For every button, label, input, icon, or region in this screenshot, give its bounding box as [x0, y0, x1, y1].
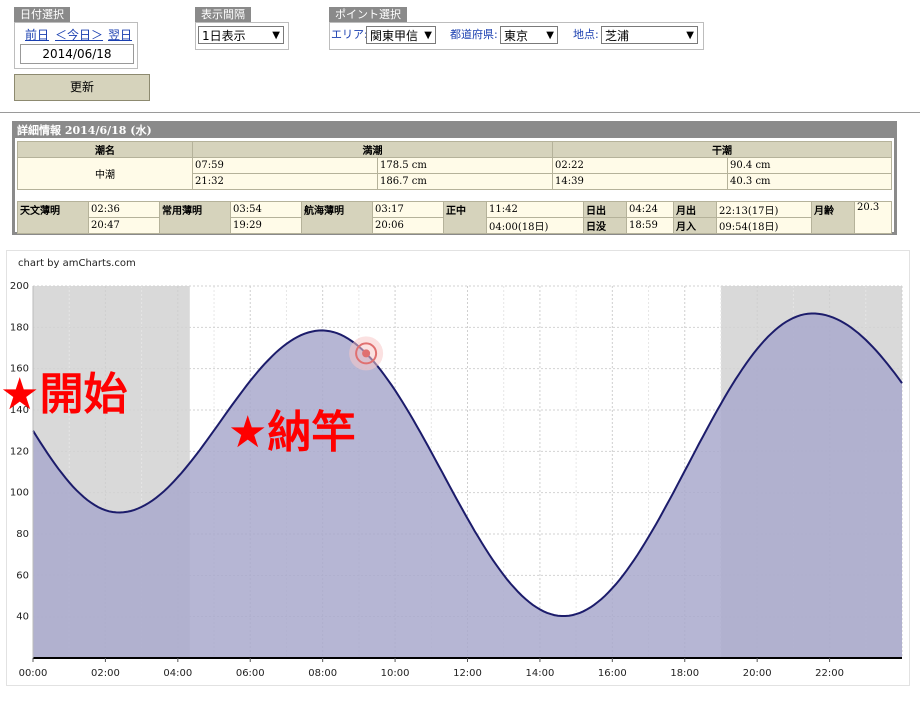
high-tide-header: 満潮: [192, 141, 553, 158]
tide-name: 中潮: [17, 157, 193, 190]
start-annotation: ★開始: [0, 369, 128, 420]
update-button[interactable]: 更新: [14, 74, 150, 101]
noon-label: 正中: [443, 201, 487, 234]
low-time: 14:39: [552, 173, 728, 190]
chart-container: [6, 250, 910, 686]
chart-credit[interactable]: chart by amCharts.com: [18, 258, 136, 269]
civil-twilight-start: 03:54: [230, 201, 302, 218]
divider: [0, 112, 920, 113]
point-select-label: ポイント選択: [329, 7, 407, 23]
moonrise-label: 月出: [673, 201, 717, 218]
nautical-twilight-end: 20:06: [372, 217, 444, 234]
sunset-label: 日没: [583, 217, 627, 234]
detail-panel: 詳細情報 2014/6/18 (水) 潮名 満潮 干潮 中潮 07:59 178…: [12, 121, 897, 235]
chevron-down-icon: ▼: [272, 30, 280, 41]
astro-table: 天文薄明 02:36 常用薄明 03:54 航海薄明 03:17 正中 11:4…: [17, 201, 892, 234]
area-label: エリア:: [331, 28, 368, 41]
moonset-label: 月入: [673, 217, 717, 234]
chevron-down-icon: ▼: [686, 30, 694, 41]
interval-select-value: 1日表示: [202, 29, 246, 43]
today-link[interactable]: ＜今日＞: [55, 26, 103, 43]
interval-select-label: 表示間隔: [195, 7, 251, 23]
rod-annotation: ★納竿: [228, 407, 356, 458]
low-tide-header: 干潮: [552, 141, 892, 158]
astro-twilight-label: 天文薄明: [17, 201, 89, 234]
high-time: 21:32: [192, 173, 378, 190]
nautical-twilight-label: 航海薄明: [301, 201, 373, 234]
detail-title: 詳細情報 2014/6/18 (水): [15, 124, 896, 138]
tide-name-header: 潮名: [17, 141, 193, 158]
next-day-link[interactable]: 翌日: [108, 26, 132, 43]
site-select[interactable]: 芝浦 ▼: [601, 26, 698, 44]
noon-time: 11:42: [486, 201, 584, 218]
moon-age: 20.3: [854, 201, 892, 234]
pref-select[interactable]: 東京 ▼: [500, 26, 558, 44]
site-label: 地点:: [573, 28, 599, 41]
nautical-twilight-start: 03:17: [372, 201, 444, 218]
sunrise-label: 日出: [583, 201, 627, 218]
moon-age-label: 月齢: [811, 201, 855, 234]
astro-twilight-start: 02:36: [88, 201, 160, 218]
civil-twilight-end: 19:29: [230, 217, 302, 234]
sunrise-time: 04:24: [626, 201, 674, 218]
chevron-down-icon: ▼: [546, 30, 554, 41]
high-level: 178.5 cm: [377, 157, 553, 174]
date-select-label: 日付選択: [14, 7, 70, 23]
area-select-value: 関東甲信: [370, 29, 419, 43]
site-select-value: 芝浦: [605, 29, 630, 43]
low-level: 90.4 cm: [727, 157, 892, 174]
astro-twilight-end: 20:47: [88, 217, 160, 234]
high-level: 186.7 cm: [377, 173, 553, 190]
civil-twilight-label: 常用薄明: [159, 201, 231, 234]
low-level: 40.3 cm: [727, 173, 892, 190]
pref-select-value: 東京: [504, 29, 529, 43]
moon-transit-time: 04:00(18日): [486, 217, 584, 234]
pref-label: 都道府県:: [450, 28, 498, 41]
interval-select[interactable]: 1日表示 ▼: [198, 26, 284, 44]
area-select[interactable]: 関東甲信 ▼: [366, 26, 436, 44]
low-time: 02:22: [552, 157, 728, 174]
sunset-time: 18:59: [626, 217, 674, 234]
tide-table: 潮名 満潮 干潮 中潮 07:59 178.5 cm 02:22 90.4 cm…: [17, 141, 892, 190]
prev-day-link[interactable]: 前日: [25, 26, 49, 43]
moonrise-time: 22:13(17日): [716, 201, 812, 218]
chevron-down-icon: ▼: [424, 30, 432, 41]
high-time: 07:59: [192, 157, 378, 174]
moonset-time: 09:54(18日): [716, 217, 812, 234]
date-field[interactable]: 2014/06/18: [20, 44, 134, 64]
